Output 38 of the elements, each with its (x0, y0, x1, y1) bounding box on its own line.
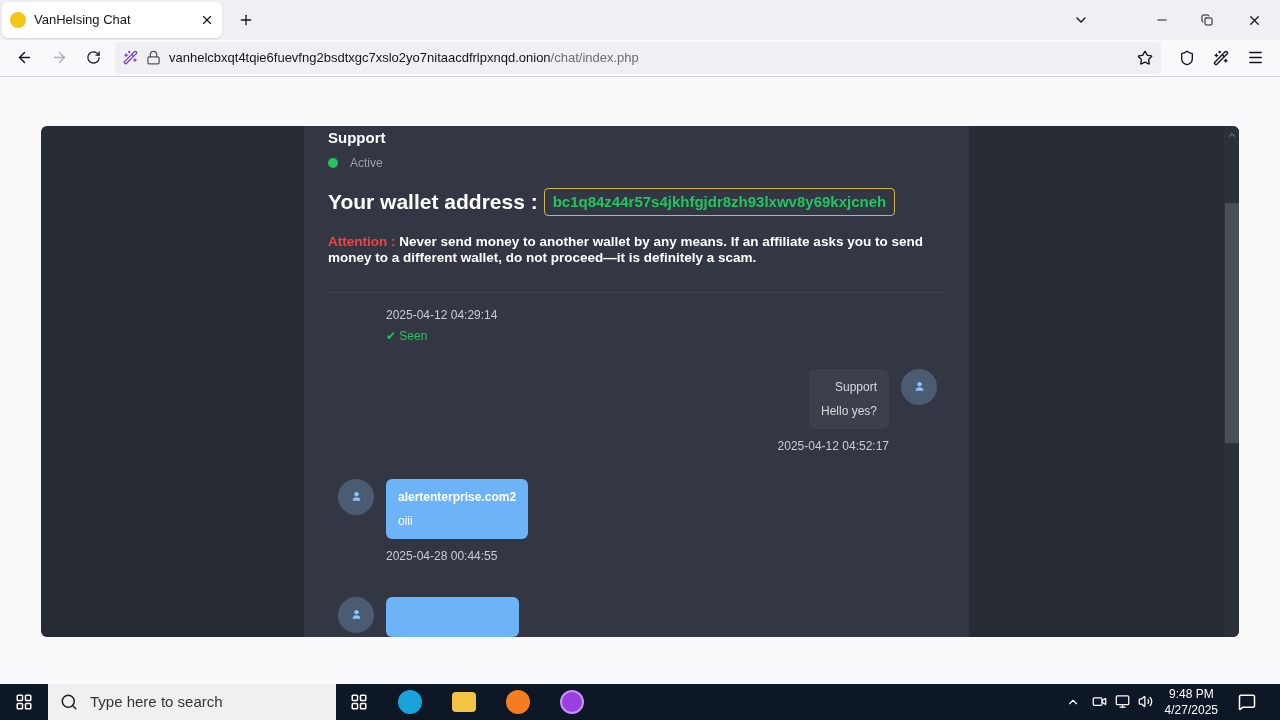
clock-date: 4/27/2025 (1164, 701, 1218, 718)
message-time: 2025-04-12 04:29:14 (386, 306, 499, 323)
windows-logo-icon (15, 692, 33, 711)
avatar-icon (338, 478, 374, 515)
seen-status: ✔ Seen (386, 327, 429, 345)
wallet-address: bc1q84z44r57s4jkhfgjdr8zh93lxwv8y69kxjcneh (543, 187, 896, 217)
scrollbar-thumb[interactable] (1224, 202, 1239, 443)
url-text: vanhelcbxqt4tqie6fuevfng2bsdtxgc7xslo2yo7nitaacdfrlpxnqd.onion/chat/index.php (169, 49, 639, 68)
message-sender: alertenterprise.com2 (398, 488, 517, 506)
tab-title: VanHelsing Chat (34, 11, 132, 30)
message-time: 2025-04-28 00:44:55 (386, 547, 498, 565)
message-text: oiii (398, 512, 414, 530)
avatar-icon (338, 596, 374, 633)
scrollbar[interactable] (1224, 125, 1239, 637)
wallet-label: Your wallet address : (328, 189, 538, 216)
notifications-icon[interactable] (1238, 692, 1256, 711)
task-view-icon[interactable] (350, 692, 368, 711)
message-time: 2025-04-12 04:52:17 (777, 437, 889, 455)
volume-icon[interactable] (1137, 694, 1153, 710)
bookmark-star-icon[interactable] (1137, 49, 1153, 66)
site-logo-icon (10, 12, 26, 29)
message-sender: Support (833, 378, 877, 396)
browser-tab[interactable]: VanHelsing Chat (2, 2, 222, 39)
shield-icon[interactable] (1179, 49, 1195, 66)
restore-icon[interactable] (1201, 14, 1213, 27)
attention-notice: Attention : Never send money to another wallet by any means. If an affiliate asks you to send money to a different wallet, do not proceed—it is definitely a scam. (328, 233, 924, 266)
reload-icon[interactable] (86, 50, 101, 66)
contact-name: Support (328, 127, 387, 148)
clock-time: 9:48 PM (1168, 685, 1214, 702)
network-icon[interactable] (1114, 694, 1130, 710)
taskbar-search-field[interactable]: Type here to search (48, 683, 336, 720)
message-text: Hello yes? (820, 402, 877, 420)
folder-icon[interactable] (452, 691, 476, 712)
search-placeholder: Type here to search (90, 691, 223, 712)
status-text: Active (350, 155, 383, 173)
search-icon (60, 692, 78, 711)
address-bar[interactable]: vanhelcbxqt4tqie6fuevfng2bsdtxgc7xslo2yo7nitaacdfrlpxnqd.onion/chat/index.php (115, 41, 1161, 74)
avatar-icon (901, 368, 937, 405)
